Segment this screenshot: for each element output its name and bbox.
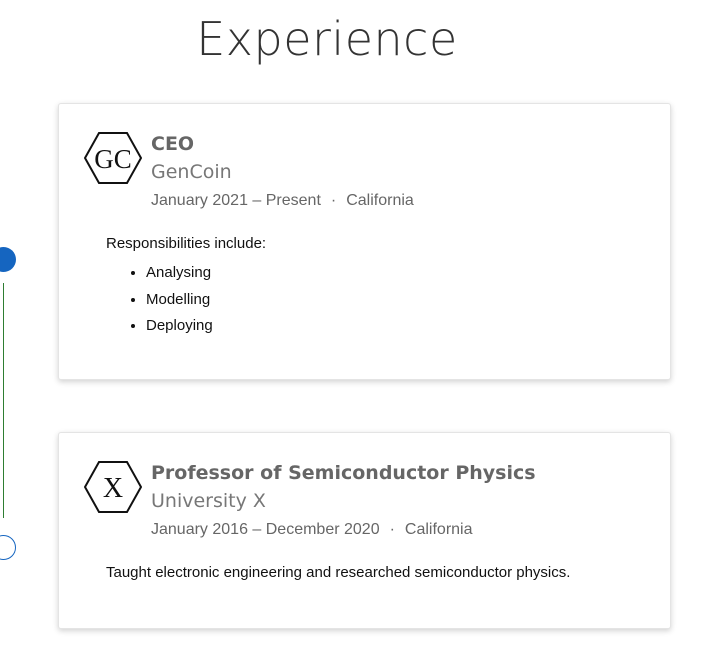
meta-separator: · — [330, 192, 337, 209]
job-title: CEO — [151, 133, 195, 155]
timeline-dot[interactable] — [0, 535, 16, 560]
job-title: Professor of Semiconductor Physics — [151, 462, 536, 484]
timeline-dot-active[interactable] — [0, 247, 16, 272]
list-item: Modelling — [146, 287, 266, 314]
organization-name: GenCoin — [151, 161, 232, 183]
company-logo: GC — [84, 132, 142, 184]
job-meta: January 2016 – December 2020 · California — [151, 521, 473, 539]
job-location: California — [346, 192, 414, 209]
description-text: Responsibilities include: — [106, 235, 267, 252]
job-description: Responsibilities include: Analysing Mode… — [106, 235, 266, 340]
experience-card: X Professor of Semiconductor Physics Uni… — [58, 432, 671, 629]
timeline-line — [3, 283, 4, 518]
svg-text:X: X — [103, 473, 123, 504]
responsibilities-list: Analysing Modelling Deploying — [106, 260, 266, 340]
job-meta: January 2021 – Present · California — [151, 192, 414, 210]
list-item: Deploying — [146, 313, 266, 340]
section-title: Experience — [196, 12, 458, 66]
job-dates: January 2016 – December 2020 — [151, 521, 380, 538]
job-description: Taught electronic engineering and resear… — [106, 564, 571, 581]
company-logo: X — [84, 461, 142, 513]
organization-name: University X — [151, 490, 266, 512]
job-location: California — [404, 521, 473, 538]
job-dates: January 2021 – Present — [151, 192, 321, 209]
list-item: Analysing — [146, 260, 266, 287]
meta-separator: · — [389, 521, 395, 538]
svg-text:GC: GC — [94, 144, 132, 174]
experience-card: GC CEO GenCoin January 2021 – Present · Ca… — [58, 103, 671, 380]
